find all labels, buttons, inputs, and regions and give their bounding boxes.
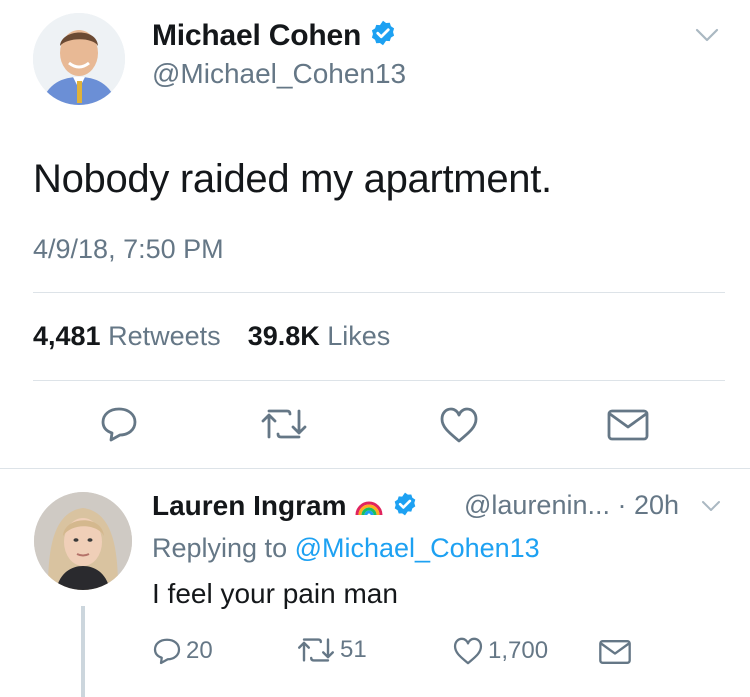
direct-message-button[interactable] <box>605 406 651 444</box>
like-icon <box>440 407 478 443</box>
reply-retweet-button[interactable]: 51 <box>296 636 367 664</box>
reply-icon <box>153 638 181 665</box>
author-name[interactable]: Michael Cohen <box>152 19 397 55</box>
reply-author-handle[interactable]: @laurenin... <box>464 490 610 520</box>
retweets-count: 4,481 <box>33 321 101 351</box>
retweets-stat[interactable]: 4,481 Retweets <box>33 321 228 351</box>
retweet-button[interactable] <box>257 404 311 444</box>
reply-button[interactable] <box>96 404 142 444</box>
tweet-stats: 4,481 Retweets 39.8K Likes <box>33 321 390 352</box>
verified-badge-icon <box>369 19 397 55</box>
thread-connector-line <box>81 606 85 697</box>
reply-reply-button[interactable]: 20 <box>152 636 213 666</box>
like-button[interactable] <box>436 404 482 446</box>
divider <box>33 380 725 381</box>
author-handle[interactable]: @Michael_Cohen13 <box>152 58 406 90</box>
like-icon <box>453 637 483 665</box>
direct-message-icon <box>599 640 631 664</box>
reply-meta: @laurenin... · 20h <box>464 490 679 521</box>
chevron-down-icon[interactable] <box>694 26 720 49</box>
author-avatar[interactable] <box>33 13 125 105</box>
divider <box>0 468 750 469</box>
author-name-text[interactable]: Michael Cohen <box>152 19 361 52</box>
meta-separator: · <box>617 490 627 520</box>
reply-time[interactable]: 20h <box>634 490 679 520</box>
reply-text: I feel your pain man <box>152 578 398 609</box>
tweet-text: Nobody raided my apartment. <box>33 157 552 201</box>
like-count: 1,700 <box>488 637 549 664</box>
replying-to-handle[interactable]: @Michael_Cohen13 <box>295 533 540 563</box>
reply-author-name[interactable]: Lauren Ingram <box>152 490 418 524</box>
chevron-down-icon[interactable] <box>700 498 722 519</box>
tweet-timestamp[interactable]: 4/9/18, 7:50 PM <box>33 234 224 265</box>
retweet-icon <box>298 638 334 662</box>
direct-message-icon <box>607 409 649 441</box>
replying-to: Replying to @Michael_Cohen13 <box>152 533 540 564</box>
replying-to-prefix: Replying to <box>152 533 288 563</box>
reply-count: 20 <box>186 637 213 664</box>
verified-badge-icon <box>392 491 418 524</box>
retweets-label: Retweets <box>108 321 221 351</box>
likes-label: Likes <box>327 321 391 351</box>
retweet-count: 51 <box>340 636 367 663</box>
reply-author-avatar[interactable] <box>34 492 132 590</box>
likes-stat[interactable]: 39.8K Likes <box>248 321 391 351</box>
retweet-icon <box>261 409 307 439</box>
reply-direct-message-button[interactable] <box>598 638 636 666</box>
reply-icon <box>101 407 137 442</box>
divider <box>33 292 725 293</box>
reply-author-name-text[interactable]: Lauren Ingram <box>152 490 346 521</box>
likes-count: 39.8K <box>247 321 320 351</box>
reply-like-button[interactable]: 1,700 <box>452 636 548 666</box>
rainbow-icon <box>354 491 384 524</box>
